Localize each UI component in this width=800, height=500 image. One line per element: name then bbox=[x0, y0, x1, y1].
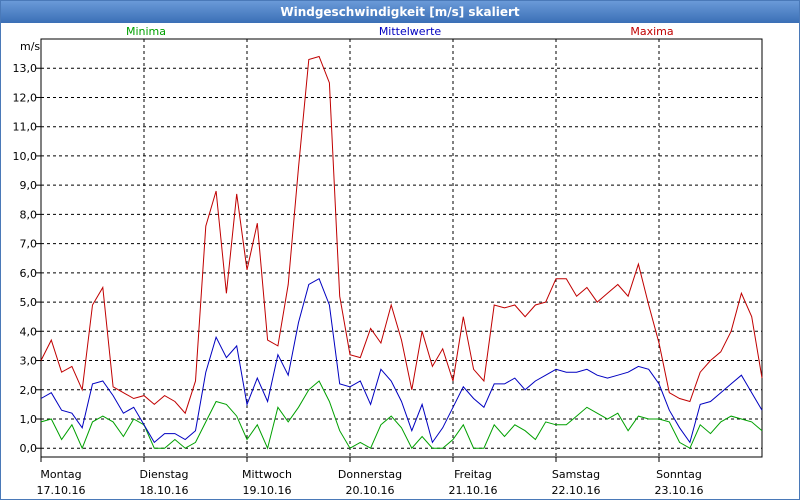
x-tick-day: Donnerstag bbox=[338, 468, 402, 481]
x-tick-day: Freitag bbox=[454, 468, 492, 481]
plot-area-frame bbox=[40, 38, 763, 458]
series-line-maxima bbox=[40, 55, 763, 415]
y-tick-label: 7,0 bbox=[20, 238, 38, 251]
legend: Minima Mittelwerte Maxima bbox=[126, 25, 674, 38]
y-tick-label: 0,0 bbox=[20, 442, 38, 455]
x-tick-day: Sonntag bbox=[656, 468, 702, 481]
wind-speed-chart: 0,0 1,0 2,0 3,0 4,0 5,0 6,0 7,0 8,0 9,0 10,0 11,0 12… bbox=[13, 25, 763, 497]
legend-entry-mittelwerte: Mittelwerte bbox=[379, 25, 442, 38]
grid bbox=[41, 39, 762, 457]
x-tick-date: 21.10.16 bbox=[449, 484, 498, 497]
x-tick-day: Dienstag bbox=[139, 468, 188, 481]
y-tick-label: 5,0 bbox=[20, 296, 38, 309]
y-axis: 0,0 1,0 2,0 3,0 4,0 5,0 6,0 7,0 8,0 9,0 10,0 11,0 12… bbox=[13, 62, 41, 455]
legend-entry-maxima: Maxima bbox=[630, 25, 673, 38]
y-tick-label: 11,0 bbox=[13, 121, 38, 134]
x-tick-date: 19.10.16 bbox=[243, 484, 292, 497]
x-tick-date: 23.10.16 bbox=[655, 484, 704, 497]
x-tick-date: 18.10.16 bbox=[140, 484, 189, 497]
legend-entry-minima: Minima bbox=[126, 25, 166, 38]
y-tick-label: 3,0 bbox=[20, 355, 38, 368]
x-tick-day: Samstag bbox=[552, 468, 600, 481]
y-tick-label: 4,0 bbox=[20, 325, 38, 338]
y-tick-label: 1,0 bbox=[20, 413, 38, 426]
series-line-minima bbox=[40, 380, 763, 450]
x-tick-date: 22.10.16 bbox=[552, 484, 601, 497]
x-tick-date: 20.10.16 bbox=[346, 484, 395, 497]
y-tick-label: 2,0 bbox=[20, 384, 38, 397]
x-tick-date: 17.10.16 bbox=[37, 484, 86, 497]
y-tick-label: 13,0 bbox=[13, 62, 38, 75]
y-tick-label: 9,0 bbox=[20, 179, 38, 192]
y-axis-label: m/s bbox=[20, 40, 40, 53]
x-tick-day: Mittwoch bbox=[242, 468, 292, 481]
y-tick-label: 10,0 bbox=[13, 150, 38, 163]
y-tick-label: 12,0 bbox=[13, 91, 38, 104]
x-tick-day: Montag bbox=[40, 468, 81, 481]
x-axis: Montag 17.10.16 Dienstag 18.10.16 Mittwoch 19… bbox=[37, 457, 704, 497]
y-tick-label: 6,0 bbox=[20, 267, 38, 280]
y-tick-label: 8,0 bbox=[20, 208, 38, 221]
